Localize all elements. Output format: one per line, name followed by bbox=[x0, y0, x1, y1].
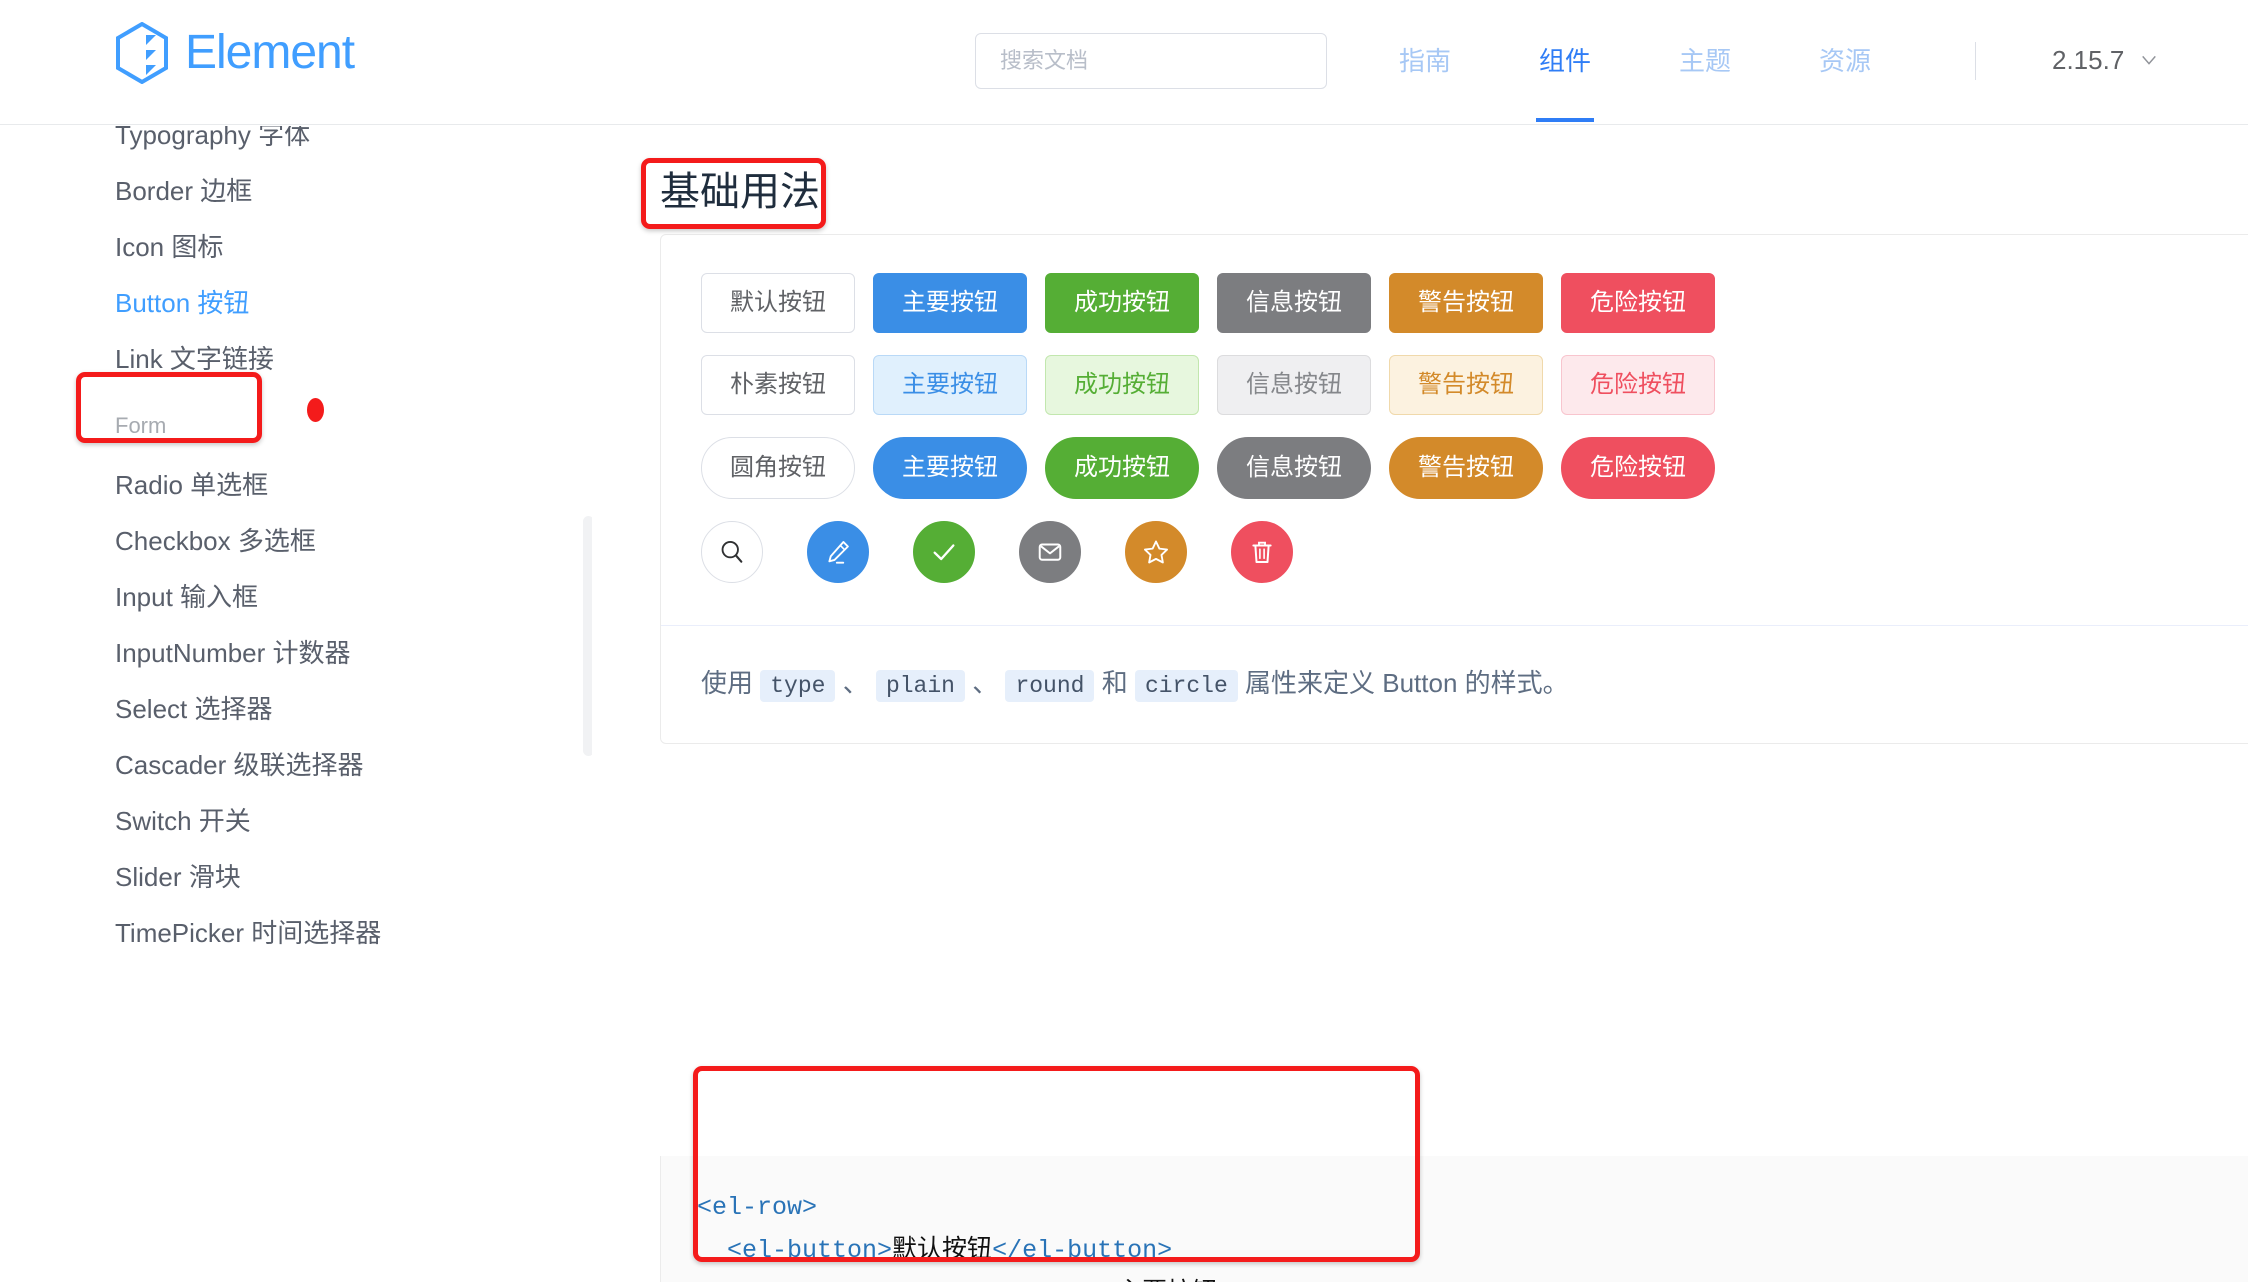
button-circle-delete[interactable] bbox=[1231, 521, 1293, 583]
search-input[interactable] bbox=[998, 47, 1304, 75]
button-primary[interactable]: 主要按钮 bbox=[873, 273, 1027, 333]
nav-item-guide[interactable]: 指南 bbox=[1355, 30, 1495, 92]
code-token: </el-button> bbox=[992, 1236, 1173, 1265]
button-default[interactable]: 默认按钮 bbox=[701, 273, 855, 333]
button-success[interactable]: 成功按钮 bbox=[1045, 273, 1199, 333]
button-plain-success[interactable]: 成功按钮 bbox=[1045, 355, 1199, 415]
nav-item-theme[interactable]: 主题 bbox=[1635, 30, 1775, 92]
button-round-success[interactable]: 成功按钮 bbox=[1045, 437, 1199, 499]
usage-sep-2: 、 bbox=[972, 668, 999, 698]
button-round-info[interactable]: 信息按钮 bbox=[1217, 437, 1371, 499]
code-token: <el-button> bbox=[697, 1236, 893, 1265]
sidebar-item-icon[interactable]: Icon 图标 bbox=[115, 232, 223, 262]
search-icon bbox=[721, 541, 743, 563]
sidebar-item-border[interactable]: Border 边框 bbox=[115, 176, 252, 206]
button-plain-default[interactable]: 朴素按钮 bbox=[701, 355, 855, 415]
edit-icon bbox=[828, 541, 849, 564]
button-row-plain: 朴素按钮 主要按钮 成功按钮 信息按钮 警告按钮 危险按钮 bbox=[701, 355, 2248, 415]
source-code-block[interactable]: <el-row> <el-button>默认按钮</el-button> <el… bbox=[660, 1156, 2248, 1282]
demo-block: 默认按钮 主要按钮 成功按钮 信息按钮 警告按钮 危险按钮 朴素按钮 主要按钮 … bbox=[660, 234, 2248, 744]
button-row-circle bbox=[701, 521, 2248, 583]
sidebar-item-link[interactable]: Link 文字链接 bbox=[115, 344, 274, 374]
button-round-danger[interactable]: 危险按钮 bbox=[1561, 437, 1715, 499]
button-plain-info[interactable]: 信息按钮 bbox=[1217, 355, 1371, 415]
button-circle-message[interactable] bbox=[1019, 521, 1081, 583]
code-token: 默认按钮 bbox=[892, 1236, 993, 1265]
delete-icon bbox=[1252, 541, 1272, 564]
chevron-down-icon bbox=[2142, 55, 2157, 65]
main-content: 基础用法 基础的按钮用法。 默认按钮 主要按钮 成功按钮 信息按钮 警告按钮 危… bbox=[592, 126, 2248, 1282]
button-circle-search[interactable] bbox=[701, 521, 763, 583]
page-root: Element 指南 组件 主题 资源 2.15.7 Typography 字体… bbox=[0, 0, 2248, 1282]
button-round-primary[interactable]: 主要按钮 bbox=[873, 437, 1027, 499]
page-title: 基础用法 bbox=[660, 170, 820, 214]
element-logo-icon bbox=[116, 22, 168, 84]
code-line: <el-row> bbox=[697, 1186, 2248, 1229]
nav-divider bbox=[1975, 42, 1976, 80]
sidebar-nav: Typography 字体 Border 边框 Icon 图标 Button 按… bbox=[0, 126, 592, 1282]
code-line: <el-button type="primary">主要按钮</el-butto… bbox=[697, 1272, 2248, 1282]
sidebar-item-slider[interactable]: Slider 滑块 bbox=[115, 862, 241, 892]
usage-sep-1: 、 bbox=[842, 668, 869, 698]
button-plain-warning[interactable]: 警告按钮 bbox=[1389, 355, 1543, 415]
nav-item-resource[interactable]: 资源 bbox=[1775, 30, 1915, 92]
main-nav: 指南 组件 主题 资源 bbox=[1355, 30, 1915, 92]
sidebar-scrollbar[interactable] bbox=[583, 516, 592, 756]
code-plain: plain bbox=[875, 670, 965, 702]
button-warning[interactable]: 警告按钮 bbox=[1389, 273, 1543, 333]
code-circle: circle bbox=[1134, 670, 1238, 702]
version-selector[interactable]: 2.15.7 bbox=[2052, 30, 2158, 90]
code-line: <el-button>默认按钮</el-button> bbox=[697, 1229, 2248, 1272]
button-danger[interactable]: 危险按钮 bbox=[1561, 273, 1715, 333]
check-icon bbox=[933, 544, 955, 561]
code-token: <el-row> bbox=[697, 1193, 818, 1222]
brand-logo[interactable]: Element bbox=[115, 22, 355, 84]
code-type: type bbox=[760, 670, 836, 702]
sidebar-item-radio[interactable]: Radio 单选框 bbox=[115, 470, 268, 500]
button-plain-primary[interactable]: 主要按钮 bbox=[873, 355, 1027, 415]
message-icon bbox=[1038, 543, 1062, 561]
brand-name: Element bbox=[185, 26, 355, 79]
site-header: Element 指南 组件 主题 资源 2.15.7 bbox=[0, 0, 2248, 125]
button-row-round: 圆角按钮 主要按钮 成功按钮 信息按钮 警告按钮 危险按钮 bbox=[701, 437, 2248, 499]
sidebar-item-select[interactable]: Select 选择器 bbox=[115, 694, 273, 724]
button-info[interactable]: 信息按钮 bbox=[1217, 273, 1371, 333]
star-icon bbox=[1143, 540, 1169, 564]
version-label: 2.15.7 bbox=[2052, 45, 2125, 75]
demo-showcase: 默认按钮 主要按钮 成功按钮 信息按钮 警告按钮 危险按钮 朴素按钮 主要按钮 … bbox=[661, 235, 2248, 625]
search-box[interactable] bbox=[975, 33, 1327, 89]
usage-prefix: 使用 bbox=[701, 668, 754, 698]
sidebar-item-input[interactable]: Input 输入框 bbox=[115, 582, 258, 612]
nav-item-components[interactable]: 组件 bbox=[1495, 30, 1635, 92]
button-plain-danger[interactable]: 危险按钮 bbox=[1561, 355, 1715, 415]
button-round-default[interactable]: 圆角按钮 bbox=[701, 437, 855, 499]
sidebar-item-checkbox[interactable]: Checkbox 多选框 bbox=[115, 526, 316, 556]
usage-conj: 和 bbox=[1101, 668, 1128, 698]
demo-description: 使用 type 、 plain 、 round 和 circle 属性来定义 B… bbox=[661, 625, 2248, 743]
button-circle-check[interactable] bbox=[913, 521, 975, 583]
sidebar-item-typography[interactable]: Typography 字体 bbox=[115, 126, 310, 150]
button-circle-edit[interactable] bbox=[807, 521, 869, 583]
button-row-default: 默认按钮 主要按钮 成功按钮 信息按钮 警告按钮 危险按钮 bbox=[701, 273, 2248, 333]
sidebar-item-switch[interactable]: Switch 开关 bbox=[115, 806, 251, 836]
sidebar-group-form: Form bbox=[115, 413, 167, 438]
button-circle-star[interactable] bbox=[1125, 521, 1187, 583]
sidebar-item-button[interactable]: Button 按钮 bbox=[115, 288, 249, 318]
sidebar-item-inputnumber[interactable]: InputNumber 计数器 bbox=[115, 638, 351, 668]
button-round-warning[interactable]: 警告按钮 bbox=[1389, 437, 1543, 499]
usage-suffix: 属性来定义 Button 的样式。 bbox=[1245, 668, 1569, 698]
sidebar-item-timepicker[interactable]: TimePicker 时间选择器 bbox=[115, 918, 381, 948]
sidebar-item-cascader[interactable]: Cascader 级联选择器 bbox=[115, 750, 364, 780]
code-round: round bbox=[1005, 670, 1095, 702]
